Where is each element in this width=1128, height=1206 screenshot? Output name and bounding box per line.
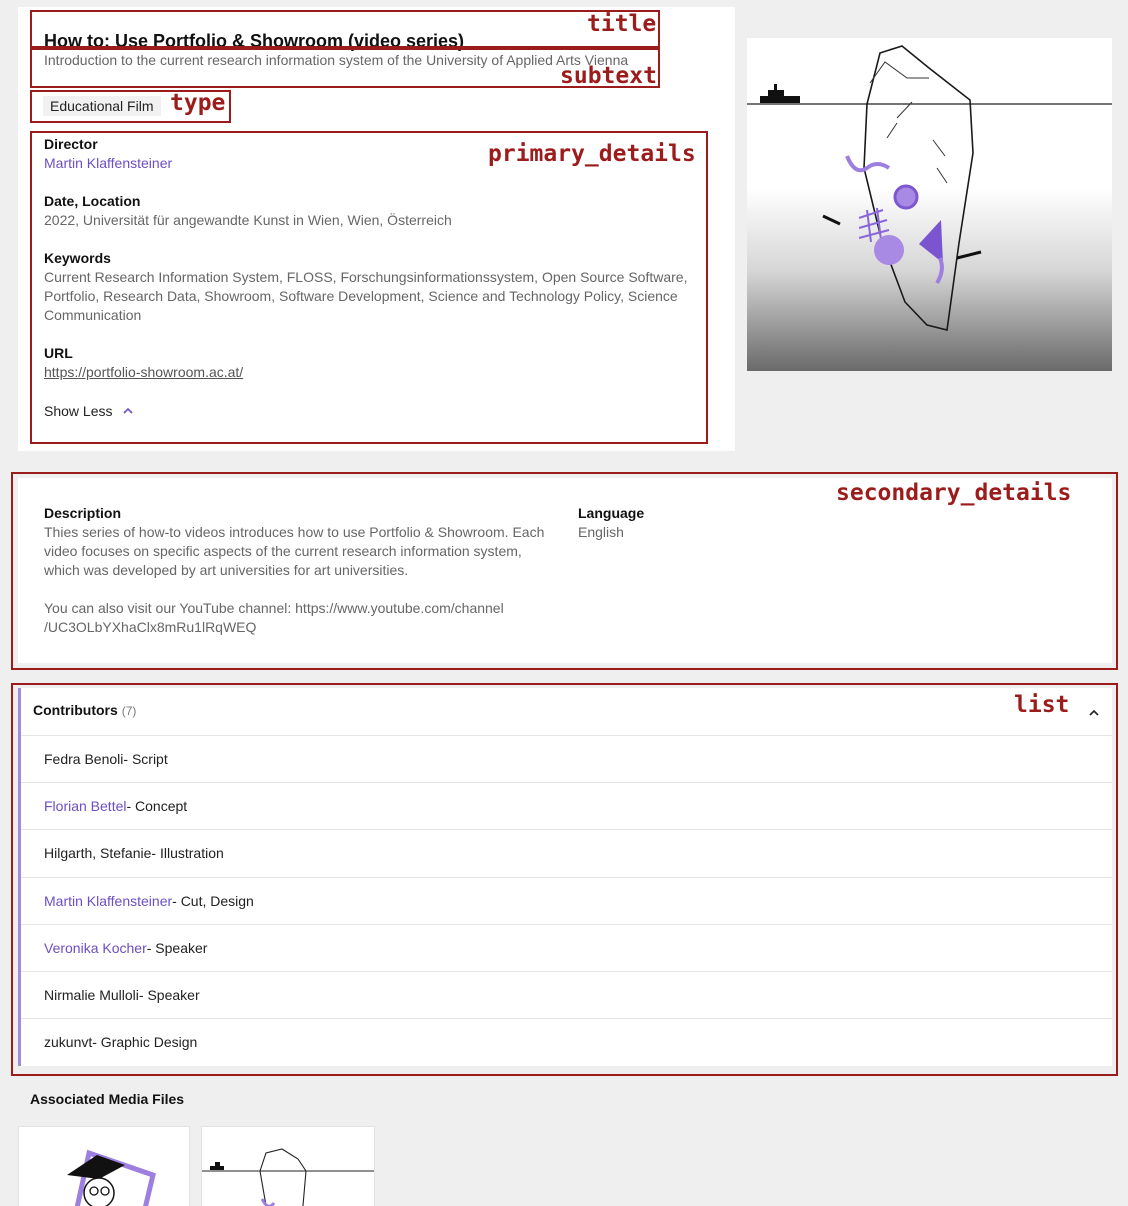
- associated-media-title: Associated Media Files: [30, 1091, 185, 1107]
- iceberg-thumbnail: [202, 1148, 374, 1206]
- title-annotation-tag: title: [587, 11, 657, 37]
- primary-details-annotation-box: [30, 131, 708, 444]
- secondary-details-annotation-tag: secondary_details: [836, 480, 1072, 506]
- page: How to: Use Portfolio & Showroom (video …: [0, 0, 1128, 1206]
- title-annotation-box: [30, 10, 660, 48]
- subtext-annotation-tag: subtext: [560, 63, 657, 89]
- list-annotation-tag: list: [1014, 692, 1070, 718]
- primary-details-annotation-tag: primary_details: [488, 141, 696, 167]
- portrait-illustration: [67, 1149, 156, 1206]
- hero-image: [747, 38, 1112, 371]
- type-annotation-tag: type: [170, 90, 226, 116]
- list-annotation-box: [11, 683, 1118, 1076]
- ship-icon: [760, 84, 800, 103]
- media-thumbnail-2[interactable]: [201, 1126, 375, 1206]
- iceberg-illustration: [747, 45, 1112, 331]
- media-thumbnail-1[interactable]: [18, 1126, 190, 1206]
